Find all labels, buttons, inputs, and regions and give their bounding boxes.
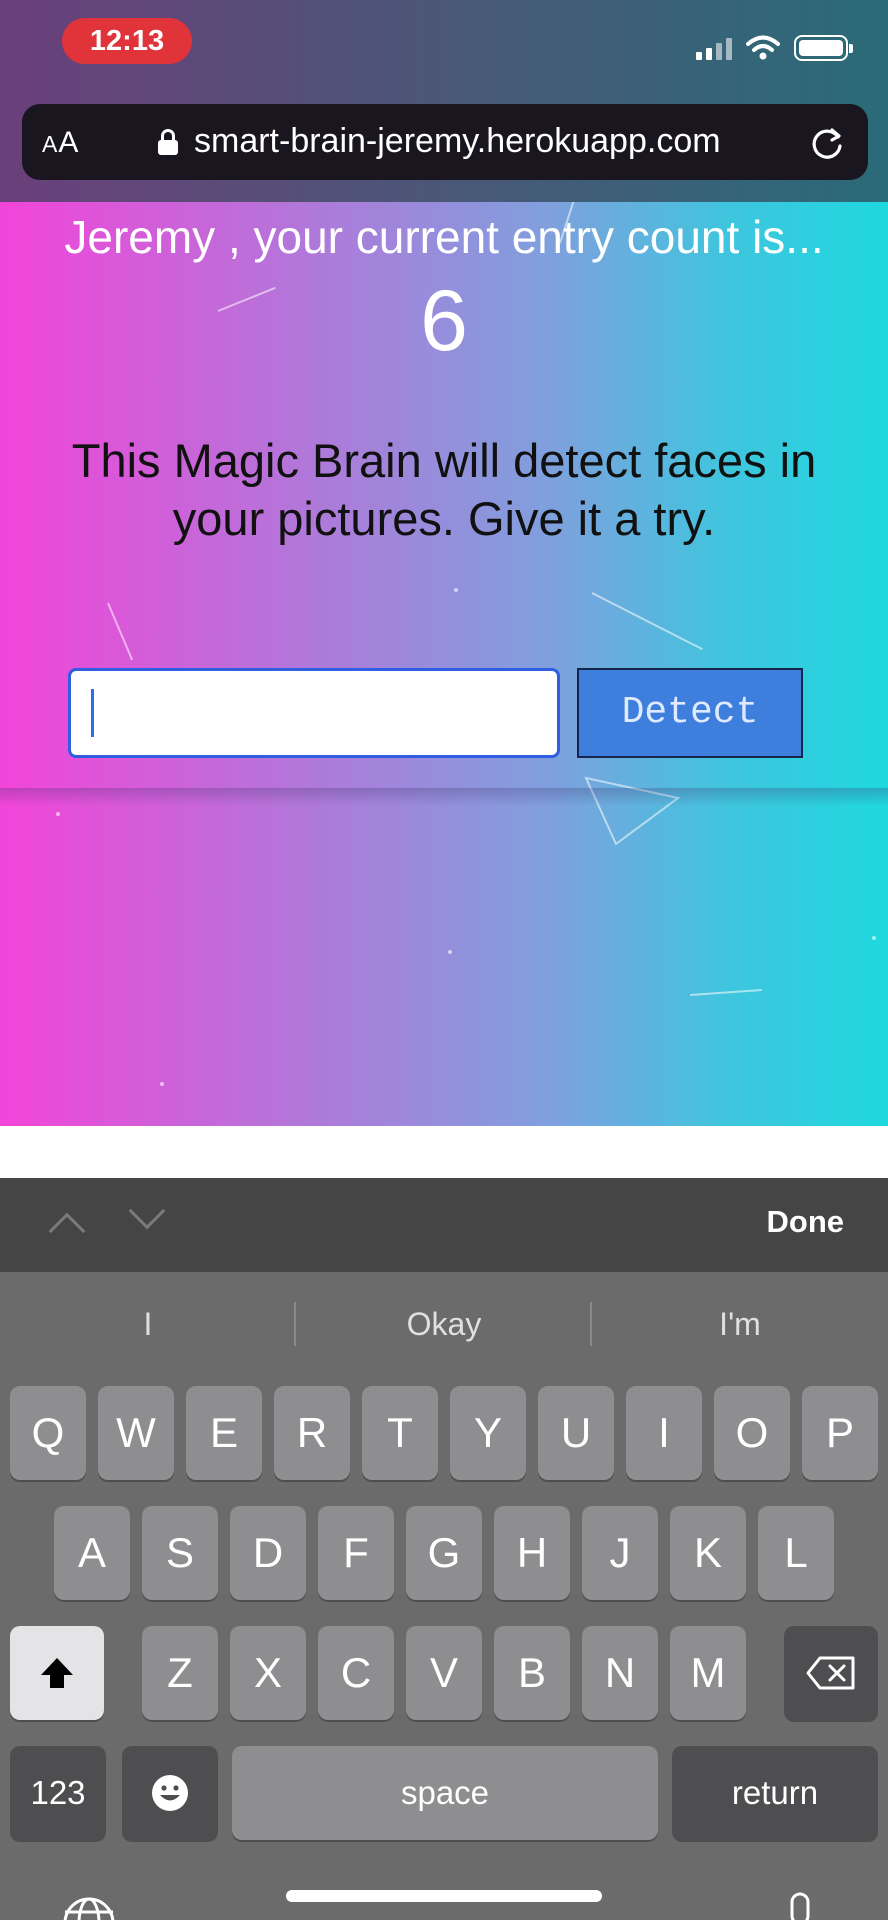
particle [689,988,762,996]
image-url-input[interactable] [68,668,560,758]
key-k[interactable]: K [670,1506,746,1600]
form-panel-shadow [0,788,888,806]
detect-button[interactable]: Detect [577,668,803,758]
keyboard-accessory-bar: Done [0,1178,888,1272]
space-key[interactable]: space [232,1746,658,1840]
key-h[interactable]: H [494,1506,570,1600]
key-c[interactable]: C [318,1626,394,1720]
particle-triangle [584,776,680,846]
wifi-icon [746,35,780,60]
globe-icon[interactable] [62,1896,116,1920]
key-j[interactable]: J [582,1506,658,1600]
return-key[interactable]: return [672,1746,878,1840]
shift-icon [41,1658,73,1688]
key-u[interactable]: U [538,1386,614,1480]
cellular-signal-icon [696,36,732,60]
emoji-key[interactable] [122,1746,218,1840]
suggestion-3[interactable]: I'm [592,1306,888,1343]
next-field-icon[interactable] [128,1192,166,1230]
backspace-key[interactable] [784,1626,878,1720]
key-y[interactable]: Y [450,1386,526,1480]
key-x[interactable]: X [230,1626,306,1720]
text-size-button[interactable]: AA [42,126,79,160]
entry-count-value: 6 [420,273,468,369]
emoji-icon [152,1775,188,1811]
numbers-key[interactable]: 123 [10,1746,106,1840]
battery-icon [794,35,853,61]
onscreen-keyboard: I Okay I'm Q W E R T Y U I O P A S D F G… [0,1272,888,1920]
key-v[interactable]: V [406,1626,482,1720]
app-description: This Magic Brain will detect faces in yo… [71,434,817,545]
key-b[interactable]: B [494,1626,570,1720]
address-bar[interactable]: AA smart-brain-jeremy.herokuapp.com [22,104,868,180]
status-icons [696,30,853,66]
particle-dot [448,950,452,954]
page-content: Jeremy , your current entry count is... … [0,202,888,1126]
particle [107,602,134,661]
key-q[interactable]: Q [10,1386,86,1480]
lock-icon [158,128,178,155]
backspace-icon [806,1656,855,1690]
key-a[interactable]: A [54,1506,130,1600]
key-p[interactable]: P [802,1386,878,1480]
reload-icon[interactable] [808,124,846,162]
key-i[interactable]: I [626,1386,702,1480]
key-f[interactable]: F [318,1506,394,1600]
key-r[interactable]: R [274,1386,350,1480]
home-indicator[interactable] [286,1890,602,1902]
suggestion-1[interactable]: I [0,1306,296,1343]
key-s[interactable]: S [142,1506,218,1600]
key-e[interactable]: E [186,1386,262,1480]
status-time: 12:13 [62,18,192,64]
previous-field-icon[interactable] [48,1212,86,1250]
text-caret [91,689,94,737]
browser-chrome: 12:13 AA smart-brain-jeremy.herokuapp.co… [0,0,888,202]
particle-dot [56,812,60,816]
entry-count-message: Jeremy , your current entry count is... [64,211,824,263]
key-n[interactable]: N [582,1626,658,1720]
key-z[interactable]: Z [142,1626,218,1720]
key-g[interactable]: G [406,1506,482,1600]
done-button[interactable]: Done [767,1204,845,1240]
key-d[interactable]: D [230,1506,306,1600]
key-w[interactable]: W [98,1386,174,1480]
key-m[interactable]: M [670,1626,746,1720]
particle-dot [454,588,458,592]
microphone-icon[interactable] [784,1892,816,1920]
key-t[interactable]: T [362,1386,438,1480]
particle-dot [872,936,876,940]
key-o[interactable]: O [714,1386,790,1480]
particle [591,592,703,651]
suggestion-2[interactable]: Okay [296,1306,592,1343]
shift-key[interactable] [10,1626,104,1720]
url-text[interactable]: smart-brain-jeremy.herokuapp.com [194,122,721,161]
particle-dot [160,1082,164,1086]
key-l[interactable]: L [758,1506,834,1600]
